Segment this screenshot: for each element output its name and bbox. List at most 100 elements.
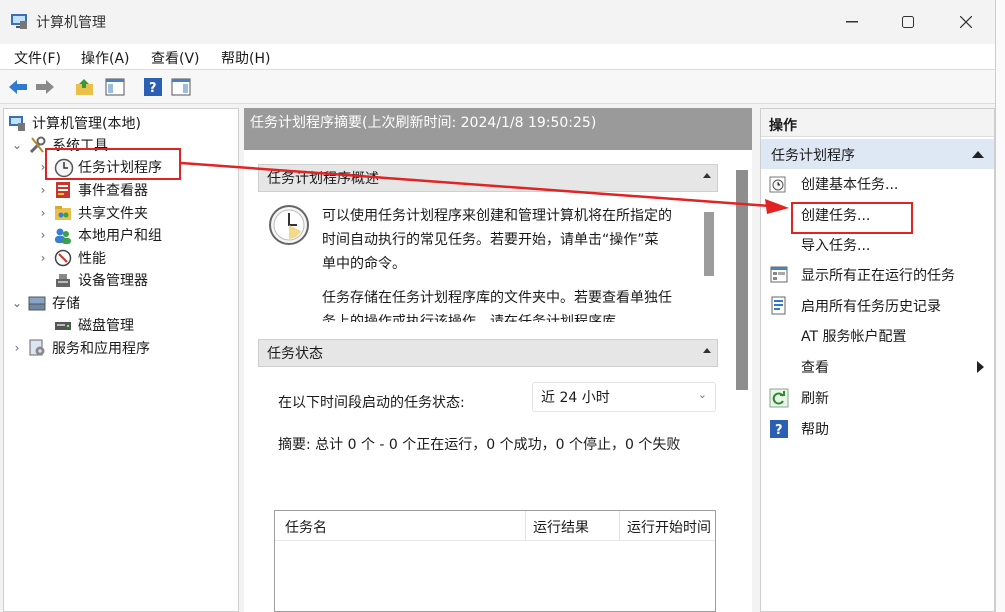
- minimize-button[interactable]: [832, 8, 872, 36]
- title-bar: 计算机管理: [0, 0, 995, 44]
- tree-label: 共享文件夹: [78, 206, 148, 222]
- users-icon: [54, 226, 72, 244]
- computer-management-icon: [10, 12, 28, 30]
- tree-node-performance[interactable]: › 性能: [36, 248, 106, 268]
- collapse-icon[interactable]: [972, 151, 984, 158]
- background-window-edge: [995, 0, 1005, 612]
- services-icon: [28, 339, 46, 357]
- forward-button[interactable]: [34, 76, 56, 98]
- help-icon: ?: [144, 78, 162, 96]
- performance-icon: [54, 249, 72, 267]
- overview-panel-header[interactable]: 任务计划程序概述: [258, 164, 718, 192]
- event-viewer-icon: [54, 181, 72, 199]
- menu-help[interactable]: 帮助(H): [221, 48, 270, 68]
- status-period-label: 在以下时间段启动的任务状态:: [278, 395, 465, 411]
- action-view[interactable]: 查看: [761, 352, 994, 382]
- tree-node-local-users[interactable]: › 本地用户和组: [36, 225, 162, 245]
- actions-pane: 操作 任务计划程序 创建基本任务... 创建任务... 导入任务... 显示所有…: [760, 108, 995, 612]
- running-tasks-icon: [769, 265, 789, 285]
- action-show-running-tasks[interactable]: 显示所有正在运行的任务: [761, 260, 994, 290]
- disk-icon: [54, 316, 72, 334]
- chevron-right-icon[interactable]: ›: [36, 251, 50, 265]
- tools-icon: [28, 136, 46, 154]
- arrow-left-icon: [9, 80, 27, 94]
- tree-node-event-viewer[interactable]: › 事件查看器: [36, 180, 148, 200]
- chevron-down-icon[interactable]: ⌄: [10, 138, 24, 152]
- action-help[interactable]: ? 帮助: [761, 414, 994, 444]
- help-button[interactable]: ?: [142, 76, 164, 98]
- overview-paragraph-1: 可以使用任务计划程序来创建和管理计算机将在所指定的时间自动执行的常见任务。若要开…: [322, 208, 672, 272]
- overview-scrollbar[interactable]: [704, 212, 714, 276]
- collapse-icon[interactable]: [703, 173, 711, 178]
- menu-view[interactable]: 查看(V): [151, 48, 200, 68]
- svg-text:?: ?: [149, 81, 157, 96]
- tree-node-services-apps[interactable]: › 服务和应用程序: [10, 338, 150, 358]
- tree-node-device-manager[interactable]: 设备管理器: [36, 270, 148, 290]
- folder-up-icon: [76, 79, 93, 95]
- tree-node-shared-folders[interactable]: › 共享文件夹: [36, 203, 148, 223]
- chevron-right-icon[interactable]: ›: [36, 206, 50, 220]
- overview-paragraph-2: 任务存储在任务计划程序库的文件夹中。若要查看单独任务上的操作或执行该操作，请在任…: [322, 290, 672, 322]
- tree-label: 性能: [78, 251, 106, 267]
- menu-bar: 文件(F) 操作(A) 查看(V) 帮助(H): [0, 44, 995, 70]
- center-pane: 任务计划程序摘要(上次刷新时间: 2024/1/8 19:50:25) 任务计划…: [244, 108, 752, 612]
- action-enable-task-history[interactable]: 启用所有任务历史记录: [761, 291, 994, 321]
- chevron-right-icon[interactable]: ›: [36, 228, 50, 242]
- overview-panel-body: 可以使用任务计划程序来创建和管理计算机将在所指定的时间自动执行的常见任务。若要开…: [258, 192, 718, 322]
- up-folder-button[interactable]: [74, 76, 96, 98]
- center-scrollbar[interactable]: [736, 170, 748, 390]
- actions-header: 操作: [761, 109, 994, 137]
- menu-file[interactable]: 文件(F): [14, 48, 61, 68]
- menu-action[interactable]: 操作(A): [81, 48, 130, 68]
- clock-icon: [268, 204, 310, 246]
- back-button[interactable]: [7, 76, 29, 98]
- action-at-service-account[interactable]: AT 服务帐户配置: [761, 321, 994, 351]
- maximize-icon: [902, 16, 914, 28]
- column-header-run-result[interactable]: 运行结果: [533, 517, 589, 537]
- svg-text:?: ?: [775, 423, 783, 438]
- minimize-icon: [846, 21, 858, 23]
- device-manager-icon: [54, 271, 72, 289]
- tree-node-storage[interactable]: ⌄ 存储: [10, 293, 80, 313]
- action-refresh[interactable]: 刷新: [761, 383, 994, 413]
- column-header-task-name[interactable]: 任务名: [285, 517, 327, 537]
- tree-label: 设备管理器: [78, 273, 148, 289]
- status-panel-header[interactable]: 任务状态: [258, 339, 718, 367]
- arrow-right-icon: [36, 80, 54, 94]
- computer-management-icon: [8, 114, 26, 132]
- action-create-basic-task[interactable]: 创建基本任务...: [761, 169, 994, 199]
- show-hide-action-pane-button[interactable]: [170, 76, 192, 98]
- collapse-icon[interactable]: [703, 348, 711, 353]
- highlight-task-scheduler: [45, 148, 181, 180]
- task-table: 任务名 运行结果 运行开始时间: [274, 510, 716, 612]
- clock-wizard-icon: [769, 174, 789, 194]
- tree-label: 计算机管理(本地): [32, 116, 141, 132]
- close-button[interactable]: [946, 8, 986, 36]
- help-icon: ?: [769, 419, 789, 439]
- refresh-icon: [769, 388, 789, 408]
- shared-folder-icon: [54, 204, 72, 222]
- show-hide-tree-button[interactable]: [104, 76, 126, 98]
- history-icon: [769, 296, 789, 316]
- tree-label: 本地用户和组: [78, 228, 162, 244]
- chevron-right-icon[interactable]: ›: [36, 183, 50, 197]
- storage-icon: [28, 294, 46, 312]
- close-icon: [960, 16, 972, 28]
- status-summary: 摘要: 总计 0 个 - 0 个正在运行，0 个成功，0 个停止，0 个失败: [278, 437, 681, 453]
- actions-section-header[interactable]: 任务计划程序: [761, 139, 994, 169]
- chevron-right-icon[interactable]: ›: [10, 341, 24, 355]
- console-tree-icon: [105, 78, 125, 96]
- tree-label: 服务和应用程序: [52, 341, 150, 357]
- column-header-run-start-time[interactable]: 运行开始时间: [627, 517, 715, 537]
- chevron-down-icon[interactable]: ⌄: [10, 296, 24, 310]
- overview-title: 任务计划程序概述: [267, 171, 379, 187]
- action-import-task[interactable]: 导入任务...: [761, 230, 994, 260]
- maximize-button[interactable]: [888, 8, 928, 36]
- status-title: 任务状态: [267, 346, 323, 362]
- tree-node-disk-management[interactable]: 磁盘管理: [36, 315, 134, 335]
- tree-node-root[interactable]: 计算机管理(本地): [6, 113, 141, 133]
- submenu-arrow-icon: [977, 361, 984, 373]
- period-select[interactable]: 近 24 小时 ⌄: [532, 382, 716, 412]
- action-pane-icon: [171, 78, 191, 96]
- chevron-down-icon: ⌄: [697, 388, 707, 401]
